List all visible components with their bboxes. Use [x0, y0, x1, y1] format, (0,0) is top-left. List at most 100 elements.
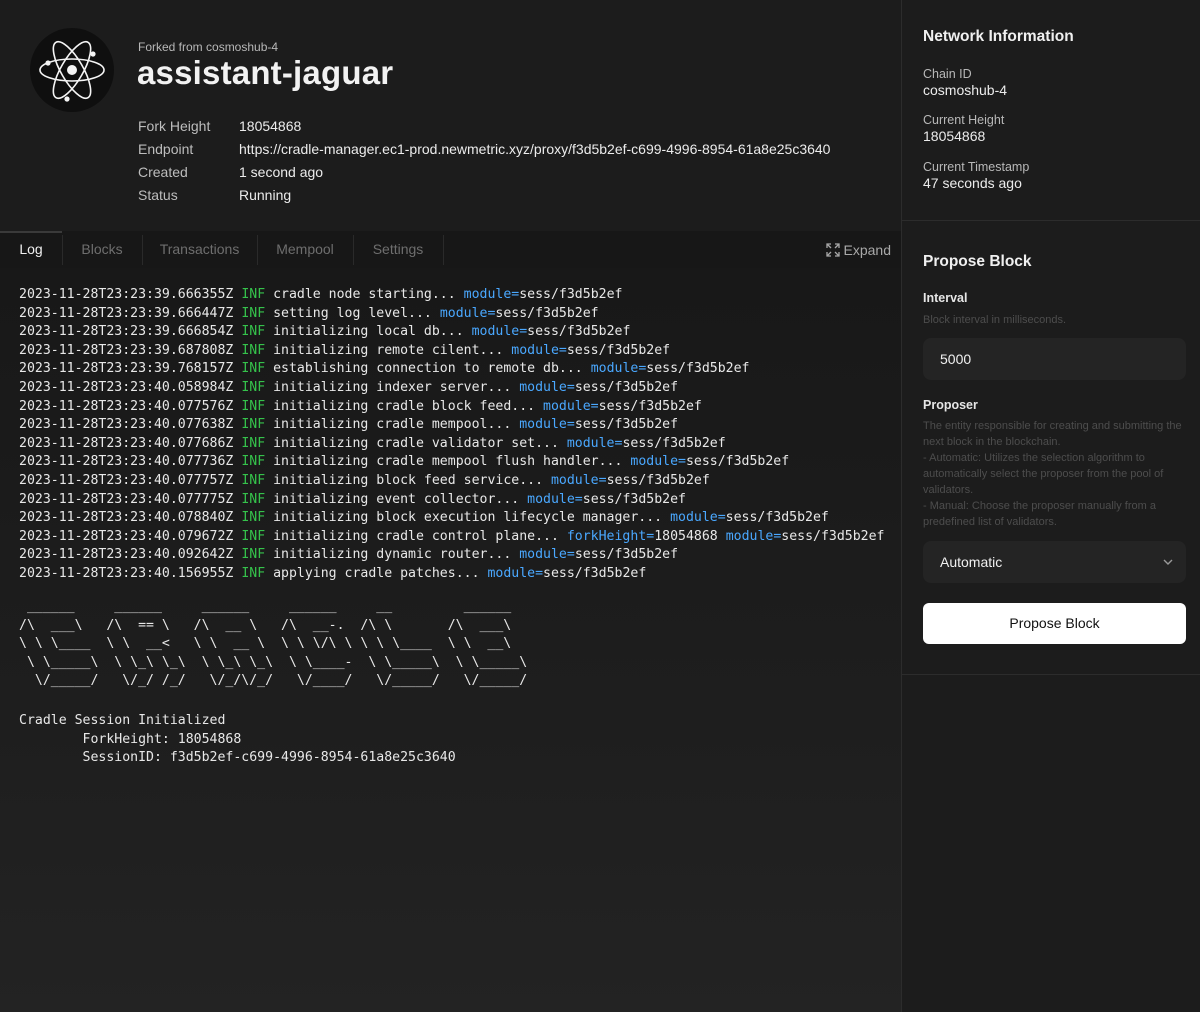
proposer-select[interactable]: Automatic: [923, 541, 1186, 583]
log-message: initializing block feed service...: [265, 472, 544, 488]
log-message: initializing cradle validator set...: [265, 435, 559, 451]
log-level: INF: [241, 547, 266, 563]
log-field-value: sess/f3d5b2ef: [582, 491, 686, 507]
log-message: initializing indexer server...: [265, 379, 512, 395]
log-timestamp: 2023-11-28T23:23:40.077757Z: [19, 472, 242, 488]
log-field-key: module=: [670, 510, 726, 526]
tab-blocks[interactable]: Blocks: [62, 231, 142, 268]
proposer-help-line: The entity responsible for creating and …: [923, 420, 1182, 448]
session-id: SessionID: f3d5b2ef-c699-4996-8954-61a8e…: [19, 750, 456, 766]
log-field-value: sess/f3d5b2ef: [543, 565, 647, 581]
log-field-key: module=: [590, 361, 647, 377]
log-field-key: module=: [463, 287, 520, 302]
tab-transactions[interactable]: Transactions: [142, 231, 257, 268]
tab-divider: [443, 235, 444, 265]
log-timestamp: 2023-11-28T23:23:39.666447Z: [19, 305, 242, 321]
log-line: 2023-11-28T23:23:40.077638Z INF initiali…: [19, 416, 884, 435]
log-field-value: sess/f3d5b2ef: [566, 342, 671, 358]
log-timestamp: 2023-11-28T23:23:40.079672Z: [19, 528, 242, 544]
log-level: INF: [241, 491, 266, 507]
log-line: 2023-11-28T23:23:40.077757Z INF initiali…: [19, 472, 884, 491]
propose-block-button[interactable]: Propose Block: [923, 603, 1186, 644]
log-field-value: sess/f3d5b2ef: [606, 472, 710, 488]
forked-from-label: Forked from cosmoshub-4: [138, 40, 279, 54]
log-timestamp: 2023-11-28T23:23:40.077638Z: [19, 417, 242, 433]
tab-log[interactable]: Log: [0, 231, 62, 268]
log-line: 2023-11-28T23:23:39.687808Z INF initiali…: [19, 342, 884, 361]
expand-label: Expand: [843, 241, 891, 258]
log-field-key: module=: [519, 379, 575, 395]
log-line: 2023-11-28T23:23:40.156955Z INF applying…: [19, 565, 884, 584]
log-panel[interactable]: 2023-11-28T23:23:39.666355Z INF cradle n…: [0, 268, 901, 1012]
log-line: 2023-11-28T23:23:40.078840Z INF initiali…: [19, 509, 884, 528]
log-timestamp: 2023-11-28T23:23:40.077576Z: [19, 398, 242, 414]
interval-help: Block interval in milliseconds.: [923, 314, 1067, 326]
log-message: initializing cradle block feed...: [265, 398, 536, 414]
log-level: INF: [241, 305, 266, 321]
log-message: initializing remote cilent...: [265, 342, 504, 358]
log-line: 2023-11-28T23:23:39.666854Z INF initiali…: [19, 323, 884, 342]
log-field-key: module=: [527, 491, 583, 507]
log-level: INF: [241, 398, 266, 414]
log-level: INF: [241, 454, 266, 470]
current-timestamp-label: Current Timestamp: [923, 160, 1030, 174]
propose-block-panel: Propose Block Interval Block interval in…: [902, 221, 1200, 675]
log-field-key: module=: [439, 305, 496, 321]
chain-id-label: Chain ID: [923, 67, 972, 81]
expand-button[interactable]: Expand: [825, 231, 891, 268]
meta-row-status: Status Running: [138, 187, 830, 210]
log-level: INF: [241, 324, 266, 340]
log-line: 2023-11-28T23:23:40.077686Z INF initiali…: [19, 435, 884, 454]
log-timestamp: 2023-11-28T23:23:39.687808Z: [19, 342, 242, 358]
tab-bar: Log Blocks Transactions Mempool Settings…: [0, 231, 901, 268]
tab-mempool[interactable]: Mempool: [257, 231, 353, 268]
log-timestamp: 2023-11-28T23:23:40.077736Z: [19, 454, 242, 470]
tab-settings[interactable]: Settings: [353, 231, 443, 268]
interval-label: Interval: [923, 291, 968, 305]
log-line: 2023-11-28T23:23:39.666447Z INF setting …: [19, 305, 884, 324]
log-field-key: module=: [725, 528, 782, 544]
log-field-key: module=: [487, 565, 544, 581]
interval-input[interactable]: [923, 338, 1186, 380]
cradle-ascii-banner: ______ ______ ______ ______ __ ______ /\…: [19, 599, 528, 689]
network-heading: Network Information: [923, 28, 1074, 45]
log-level: INF: [241, 510, 266, 526]
log-field-key: module=: [550, 472, 607, 488]
log-timestamp: 2023-11-28T23:23:40.078840Z: [19, 510, 242, 526]
log-message: cradle node starting...: [265, 287, 456, 302]
session-title: Cradle Session Initialized: [19, 713, 226, 728]
meta-value: 1 second ago: [239, 164, 324, 180]
meta-key: Status: [138, 187, 178, 203]
main-panel: Forked from cosmoshub-4 assistant-jaguar…: [0, 0, 901, 1012]
current-height-label: Current Height: [923, 113, 1005, 127]
log-line: 2023-11-28T23:23:39.666355Z INF cradle n…: [19, 286, 884, 305]
proposer-label: Proposer: [923, 398, 978, 412]
log-timestamp: 2023-11-28T23:23:40.156955Z: [19, 565, 242, 581]
log-field-key: module=: [511, 342, 567, 358]
log-timestamp: 2023-11-28T23:23:39.666854Z: [19, 324, 242, 340]
log-message: establishing connection to remote db...: [265, 361, 583, 377]
sidebar: Network Information Chain ID cosmoshub-4…: [901, 0, 1200, 1012]
expand-icon: [825, 242, 840, 257]
log-field-value: sess/f3d5b2ef: [646, 361, 750, 377]
endpoint-url[interactable]: https://cradle-manager.ec1-prod.newmetri…: [239, 141, 830, 164]
log-message: initializing cradle mempool...: [265, 417, 512, 433]
log-field-value: sess/f3d5b2ef: [519, 287, 623, 302]
log-field-value: sess/f3d5b2ef: [574, 547, 679, 563]
log-timestamp: 2023-11-28T23:23:40.077686Z: [19, 435, 242, 451]
chain-id-value: cosmoshub-4: [923, 82, 1008, 98]
meta-value: 18054868: [239, 118, 302, 134]
log-line: 2023-11-28T23:23:40.077775Z INF initiali…: [19, 491, 884, 510]
proposer-help-line: - Automatic: Utilizes the selection algo…: [923, 452, 1164, 496]
chevron-down-icon: [1163, 559, 1173, 565]
log-field-key: forkHeight=: [566, 528, 655, 544]
log-line: 2023-11-28T23:23:40.077576Z INF initiali…: [19, 398, 884, 417]
log-level: INF: [241, 379, 266, 395]
log-line: 2023-11-28T23:23:40.058984Z INF initiali…: [19, 379, 884, 398]
log-level: INF: [241, 528, 266, 544]
status-value: Running: [239, 187, 292, 203]
log-field-key: module=: [630, 454, 686, 470]
log-field-key: module=: [543, 398, 599, 414]
session-fork-height: ForkHeight: 18054868: [19, 731, 242, 747]
log-level: INF: [241, 287, 266, 302]
